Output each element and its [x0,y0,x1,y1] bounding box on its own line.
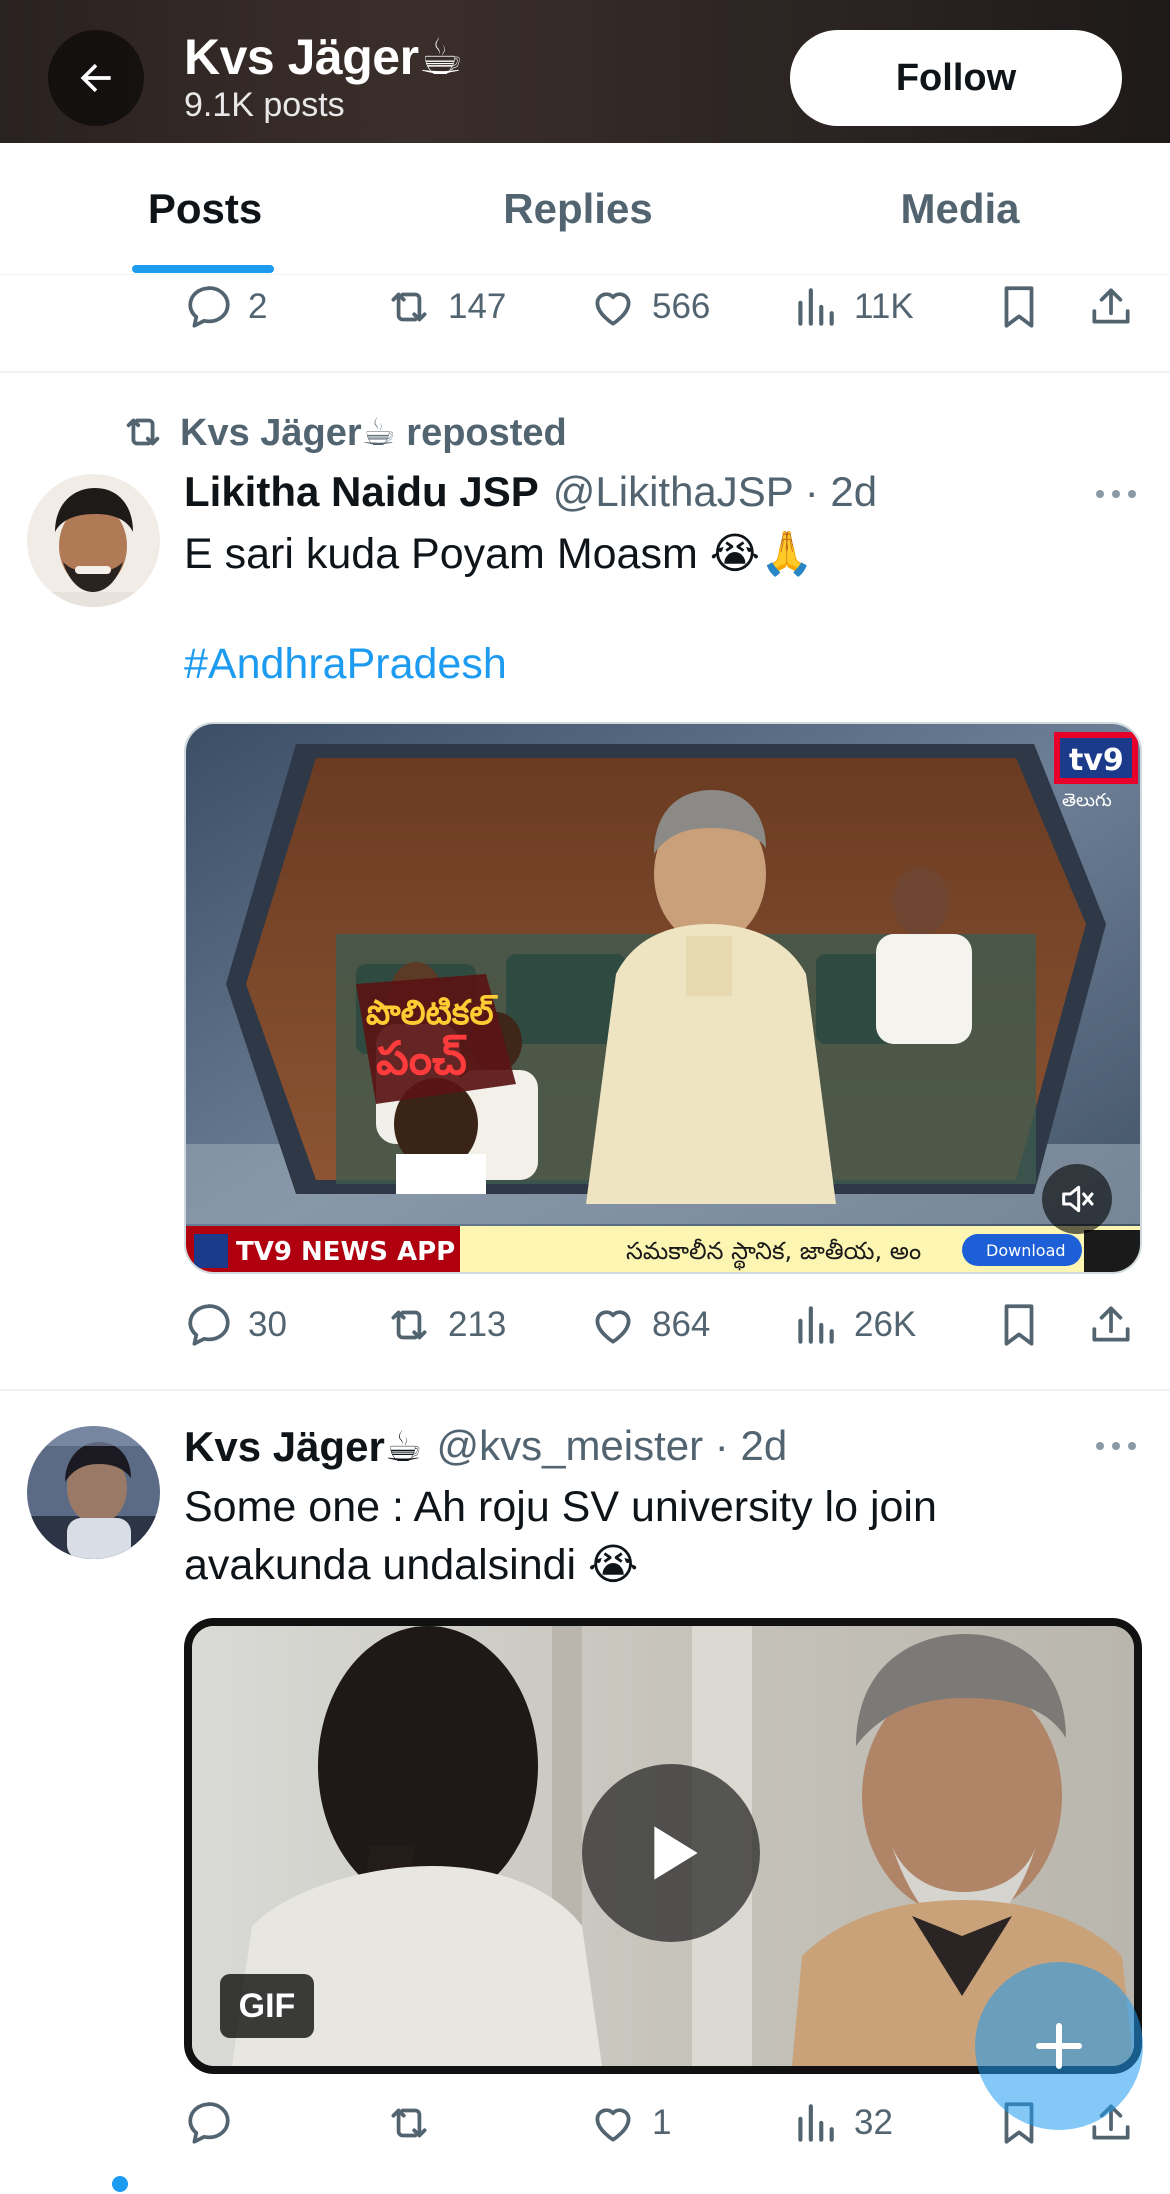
heart-icon [595,1310,631,1344]
heart-icon [595,292,631,326]
scroll-indicator-dot [112,2176,128,2192]
share-button[interactable] [1086,1290,1136,1360]
repost-text: Kvs Jäger☕ reposted [180,411,567,454]
repost-indicator[interactable]: Kvs Jäger☕ reposted [120,408,567,456]
reply-button[interactable] [184,2088,248,2158]
channel-logo: tv9 [1069,743,1124,778]
plus-icon [1036,2023,1082,2069]
avatar-image [27,474,160,607]
tab-media[interactable]: Media [820,143,1100,275]
views-icon [798,288,834,326]
arrow-left-icon [80,63,111,93]
posts-count: 9.1K posts [184,86,345,124]
gif-badge: GIF [220,1974,314,2038]
profile-tabs: Posts Replies Media [0,143,1170,275]
share-button[interactable] [1086,272,1136,342]
mute-button[interactable] [1042,1164,1112,1234]
avatar[interactable] [27,1426,160,1559]
views-button[interactable]: 11K [790,272,914,342]
bookmark-icon [1004,286,1034,328]
avatar[interactable] [27,474,160,607]
author-name[interactable]: Kvs Jäger☕ [184,1422,422,1471]
post-text-line: Some one : Ah roju SV university lo join [184,1483,937,1531]
post-text: Some one : Ah roju SV university lo join… [184,1478,937,1594]
views-icon [798,2104,834,2142]
repost-count: 147 [448,287,507,326]
tab-posts[interactable]: Posts [60,143,350,275]
repost-icon [126,418,160,446]
ticker-app-label: TV9 NEWS APP [236,1237,455,1267]
like-count: 1 [652,2103,672,2142]
ticker-download: Download [986,1241,1066,1260]
play-icon [654,1826,698,1880]
repost-icon [391,1310,427,1340]
post-author-line: Kvs Jäger☕ @kvs_meister · 2d [184,1418,787,1474]
share-icon [1092,288,1130,324]
bookmark-icon [1004,1304,1034,1346]
repost-button[interactable] [384,2088,448,2158]
video-thumbnail: పొలిటికల్ పంచ్ tv9 తెలుగు TV9 NEWS APP స… [186,724,1140,1272]
repost-button[interactable]: 213 [384,1290,506,1360]
more-options-icon[interactable] [1092,1436,1140,1456]
show-title-line2: పంచ్ [376,1031,467,1085]
post-divider [0,1389,1170,1391]
reply-icon [188,2102,230,2144]
post-author-line: Likitha Naidu JSP @LikithaJSP · 2d [184,464,877,520]
reply-count: 30 [248,1305,287,1344]
reply-icon [188,286,230,328]
repost-button[interactable]: 147 [384,272,506,342]
views-icon [798,1306,834,1344]
compose-post-button[interactable] [975,1962,1143,2130]
post-text: E sari kuda Poyam Moasm 😭🙏 [184,530,814,578]
reply-button[interactable]: 30 [184,1290,287,1360]
views-button[interactable]: 26K [790,1290,916,1360]
views-count: 26K [854,1305,917,1344]
views-count: 32 [854,2103,893,2142]
heart-icon [595,2108,631,2142]
follow-button[interactable]: Follow [790,30,1122,126]
channel-language: తెలుగు [1062,790,1112,811]
reply-count: 2 [248,287,268,326]
avatar-image [27,1426,160,1559]
post-divider [0,371,1170,373]
post-actions: 30 213 864 26K [0,1290,1170,1360]
author-handle[interactable]: @LikithaJSP · 2d [553,468,877,516]
profile-header: Kvs Jäger☕ 9.1K posts Follow [0,0,1170,143]
play-button[interactable] [582,1764,760,1942]
repost-count: 213 [448,1305,507,1344]
back-button[interactable] [48,30,144,126]
post-text-line: avakunda undalsindi 😭 [184,1541,639,1589]
like-count: 864 [652,1305,711,1344]
video-media[interactable]: పొలిటికల్ పంచ్ tv9 తెలుగు TV9 NEWS APP స… [184,722,1142,1274]
bookmark-button[interactable] [994,272,1044,342]
hashtag-link[interactable]: #AndhraPradesh [184,640,507,689]
like-button[interactable]: 864 [588,1290,710,1360]
more-options-icon[interactable] [1092,484,1140,504]
post-actions: 2 147 566 11K [0,272,1170,342]
views-button[interactable]: 32 [790,2088,893,2158]
volume-muted-icon [1062,1185,1094,1213]
profile-name: Kvs Jäger☕ [184,29,463,85]
author-name[interactable]: Likitha Naidu JSP [184,468,539,516]
like-button[interactable]: 566 [588,272,710,342]
tab-replies[interactable]: Replies [430,143,726,275]
reply-icon [188,1304,230,1346]
repost-icon [391,2108,427,2138]
repost-icon [391,292,427,322]
reply-button[interactable]: 2 [184,272,267,342]
like-count: 566 [652,287,711,326]
like-button[interactable]: 1 [588,2088,671,2158]
author-handle[interactable]: @kvs_meister · 2d [436,1422,787,1470]
show-title-line1: పొలిటికల్ [366,993,499,1033]
share-icon [1092,1306,1130,1342]
views-count: 11K [854,287,914,326]
bookmark-button[interactable] [994,1290,1044,1360]
